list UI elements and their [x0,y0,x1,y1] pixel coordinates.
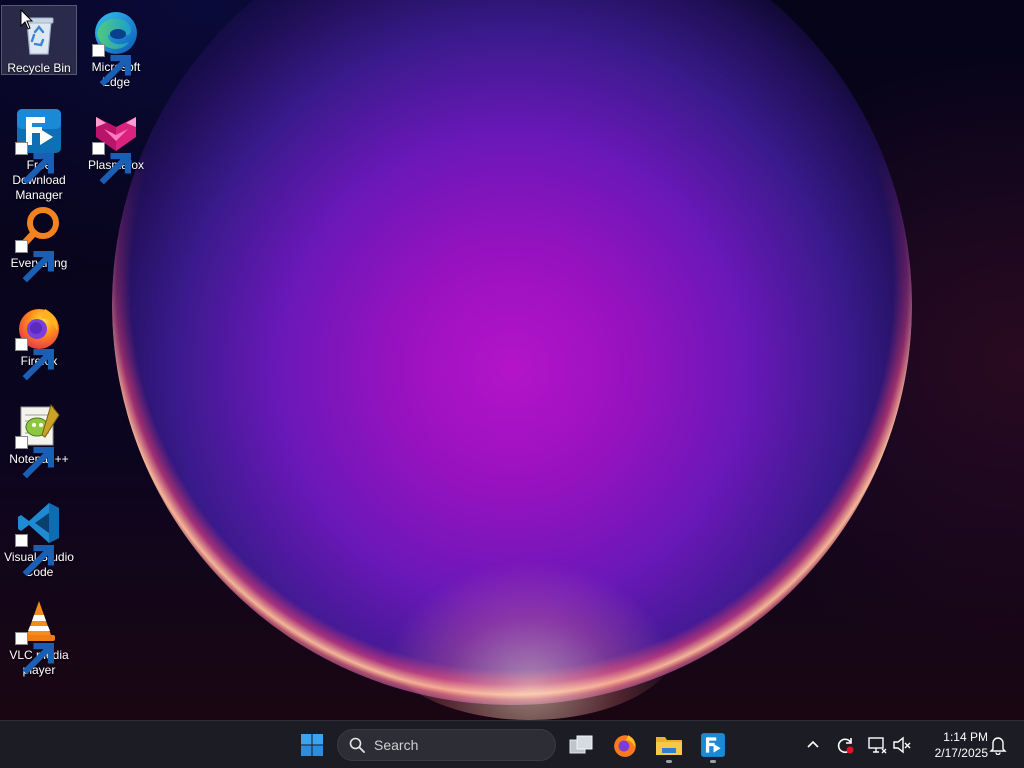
desktop-icon-notepad-plus-plus[interactable]: Notepad++ [1,397,77,479]
start-button[interactable] [296,729,328,761]
desktop-icon-visual-studio-code[interactable]: Visual Studio Code [1,495,77,580]
microsoft-edge-icon [92,9,140,87]
taskbar-search-box[interactable]: Search [337,729,556,761]
notification-icon [989,737,1007,755]
network-icon [868,737,887,754]
shortcut-arrow-icon [15,142,54,185]
wallpaper-orb-glow [380,560,680,720]
plasmafox-icon [92,107,140,185]
tray-sync-button[interactable] [833,733,857,757]
desktop-icon-plasmafox[interactable]: Plasmafox [78,103,154,185]
desktop-icon-everything[interactable]: Everything [1,201,77,283]
task-view-icon [569,735,593,754]
taskbar-free-download-manager-button[interactable] [697,729,729,763]
shortcut-arrow-icon [15,436,54,479]
desktop-icon-vlc-media-player[interactable]: VLC media player [1,593,77,678]
chevron-up-icon [807,740,819,748]
notification-center-button[interactable] [986,733,1010,757]
clock-time: 1:14 PM [943,730,988,744]
sync-icon [837,738,854,754]
shortcut-arrow-icon [92,142,131,185]
visual-studio-code-icon [15,499,63,577]
shortcut-arrow-icon [15,534,54,577]
shortcut-arrow-icon [92,44,131,87]
show-hidden-icons-button[interactable] [801,733,825,757]
taskbar: Search 1:14 PM 2/17/2025 [0,720,1024,768]
desktop-icon-firefox[interactable]: Firefox [1,299,77,381]
vlc-cone-icon [15,597,63,675]
desktop-icon-label: Recycle Bin [7,61,71,75]
volume-muted-icon [893,736,911,754]
desktop-icon-free-download-manager[interactable]: Free Download Manager [1,103,77,203]
start-icon [301,734,323,756]
firefox-icon [15,303,63,381]
tray-network-button[interactable] [865,733,889,757]
search-icon [349,737,365,753]
tray-volume-button[interactable] [890,733,914,757]
firefox-icon [614,735,636,757]
shortcut-arrow-icon [15,632,54,675]
search-placeholder: Search [374,737,419,753]
running-indicator [710,760,716,763]
mouse-cursor-icon [20,9,34,30]
running-indicator [666,760,672,763]
taskbar-file-explorer-button[interactable] [653,729,685,763]
everything-search-icon [15,205,63,283]
notepad-plus-plus-icon [15,401,63,479]
clock-date: 2/17/2025 [934,746,988,760]
shortcut-arrow-icon [15,240,54,283]
taskbar-clock[interactable]: 1:14 PM 2/17/2025 [918,729,988,761]
free-download-manager-icon [701,733,725,757]
taskbar-firefox-button[interactable] [609,729,641,761]
task-view-button[interactable] [565,729,597,761]
shortcut-arrow-icon [15,338,54,381]
free-download-manager-icon [15,107,63,185]
desktop-icon-recycle-bin[interactable]: Recycle Bin [1,5,77,75]
desktop-icon-microsoft-edge[interactable]: Microsoft Edge [78,5,154,90]
file-explorer-icon [656,737,682,755]
